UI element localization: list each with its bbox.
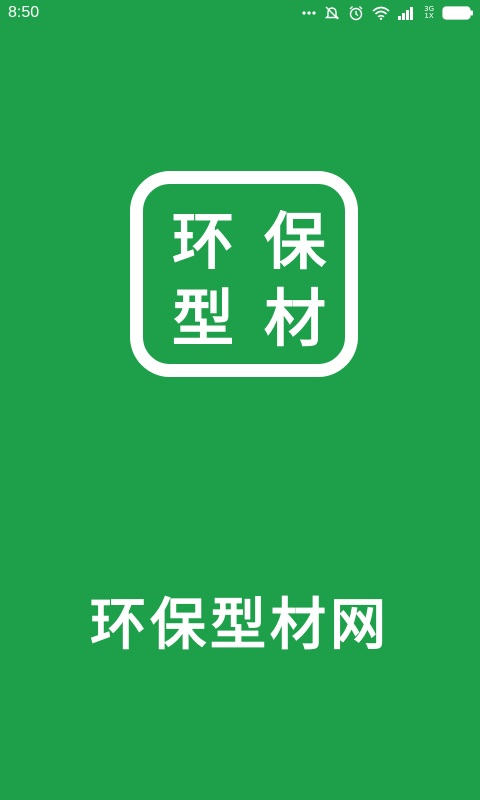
status-time: 8:50 — [8, 4, 40, 21]
wifi-icon — [372, 6, 390, 20]
logo-characters: 环 保 型 材 — [143, 184, 345, 364]
status-icons: 3G 1X — [302, 3, 474, 23]
logo-char: 材 — [263, 282, 326, 355]
mute-icon — [324, 5, 340, 21]
logo-char: 保 — [263, 205, 326, 278]
logo-char: 型 — [171, 282, 234, 355]
battery-icon — [442, 6, 474, 20]
app-logo: 环 保 型 材 — [130, 171, 358, 377]
logo-char: 环 — [171, 205, 234, 278]
alarm-icon — [348, 5, 364, 21]
network-type-bottom: 1X — [424, 12, 434, 20]
more-dots-icon — [302, 11, 316, 15]
app-name-title: 环保型材网 — [90, 592, 390, 658]
network-type-label: 3G 1X — [424, 6, 434, 20]
status-bar: 8:50 3G 1X — [0, 0, 480, 26]
signal-icon — [398, 6, 416, 20]
